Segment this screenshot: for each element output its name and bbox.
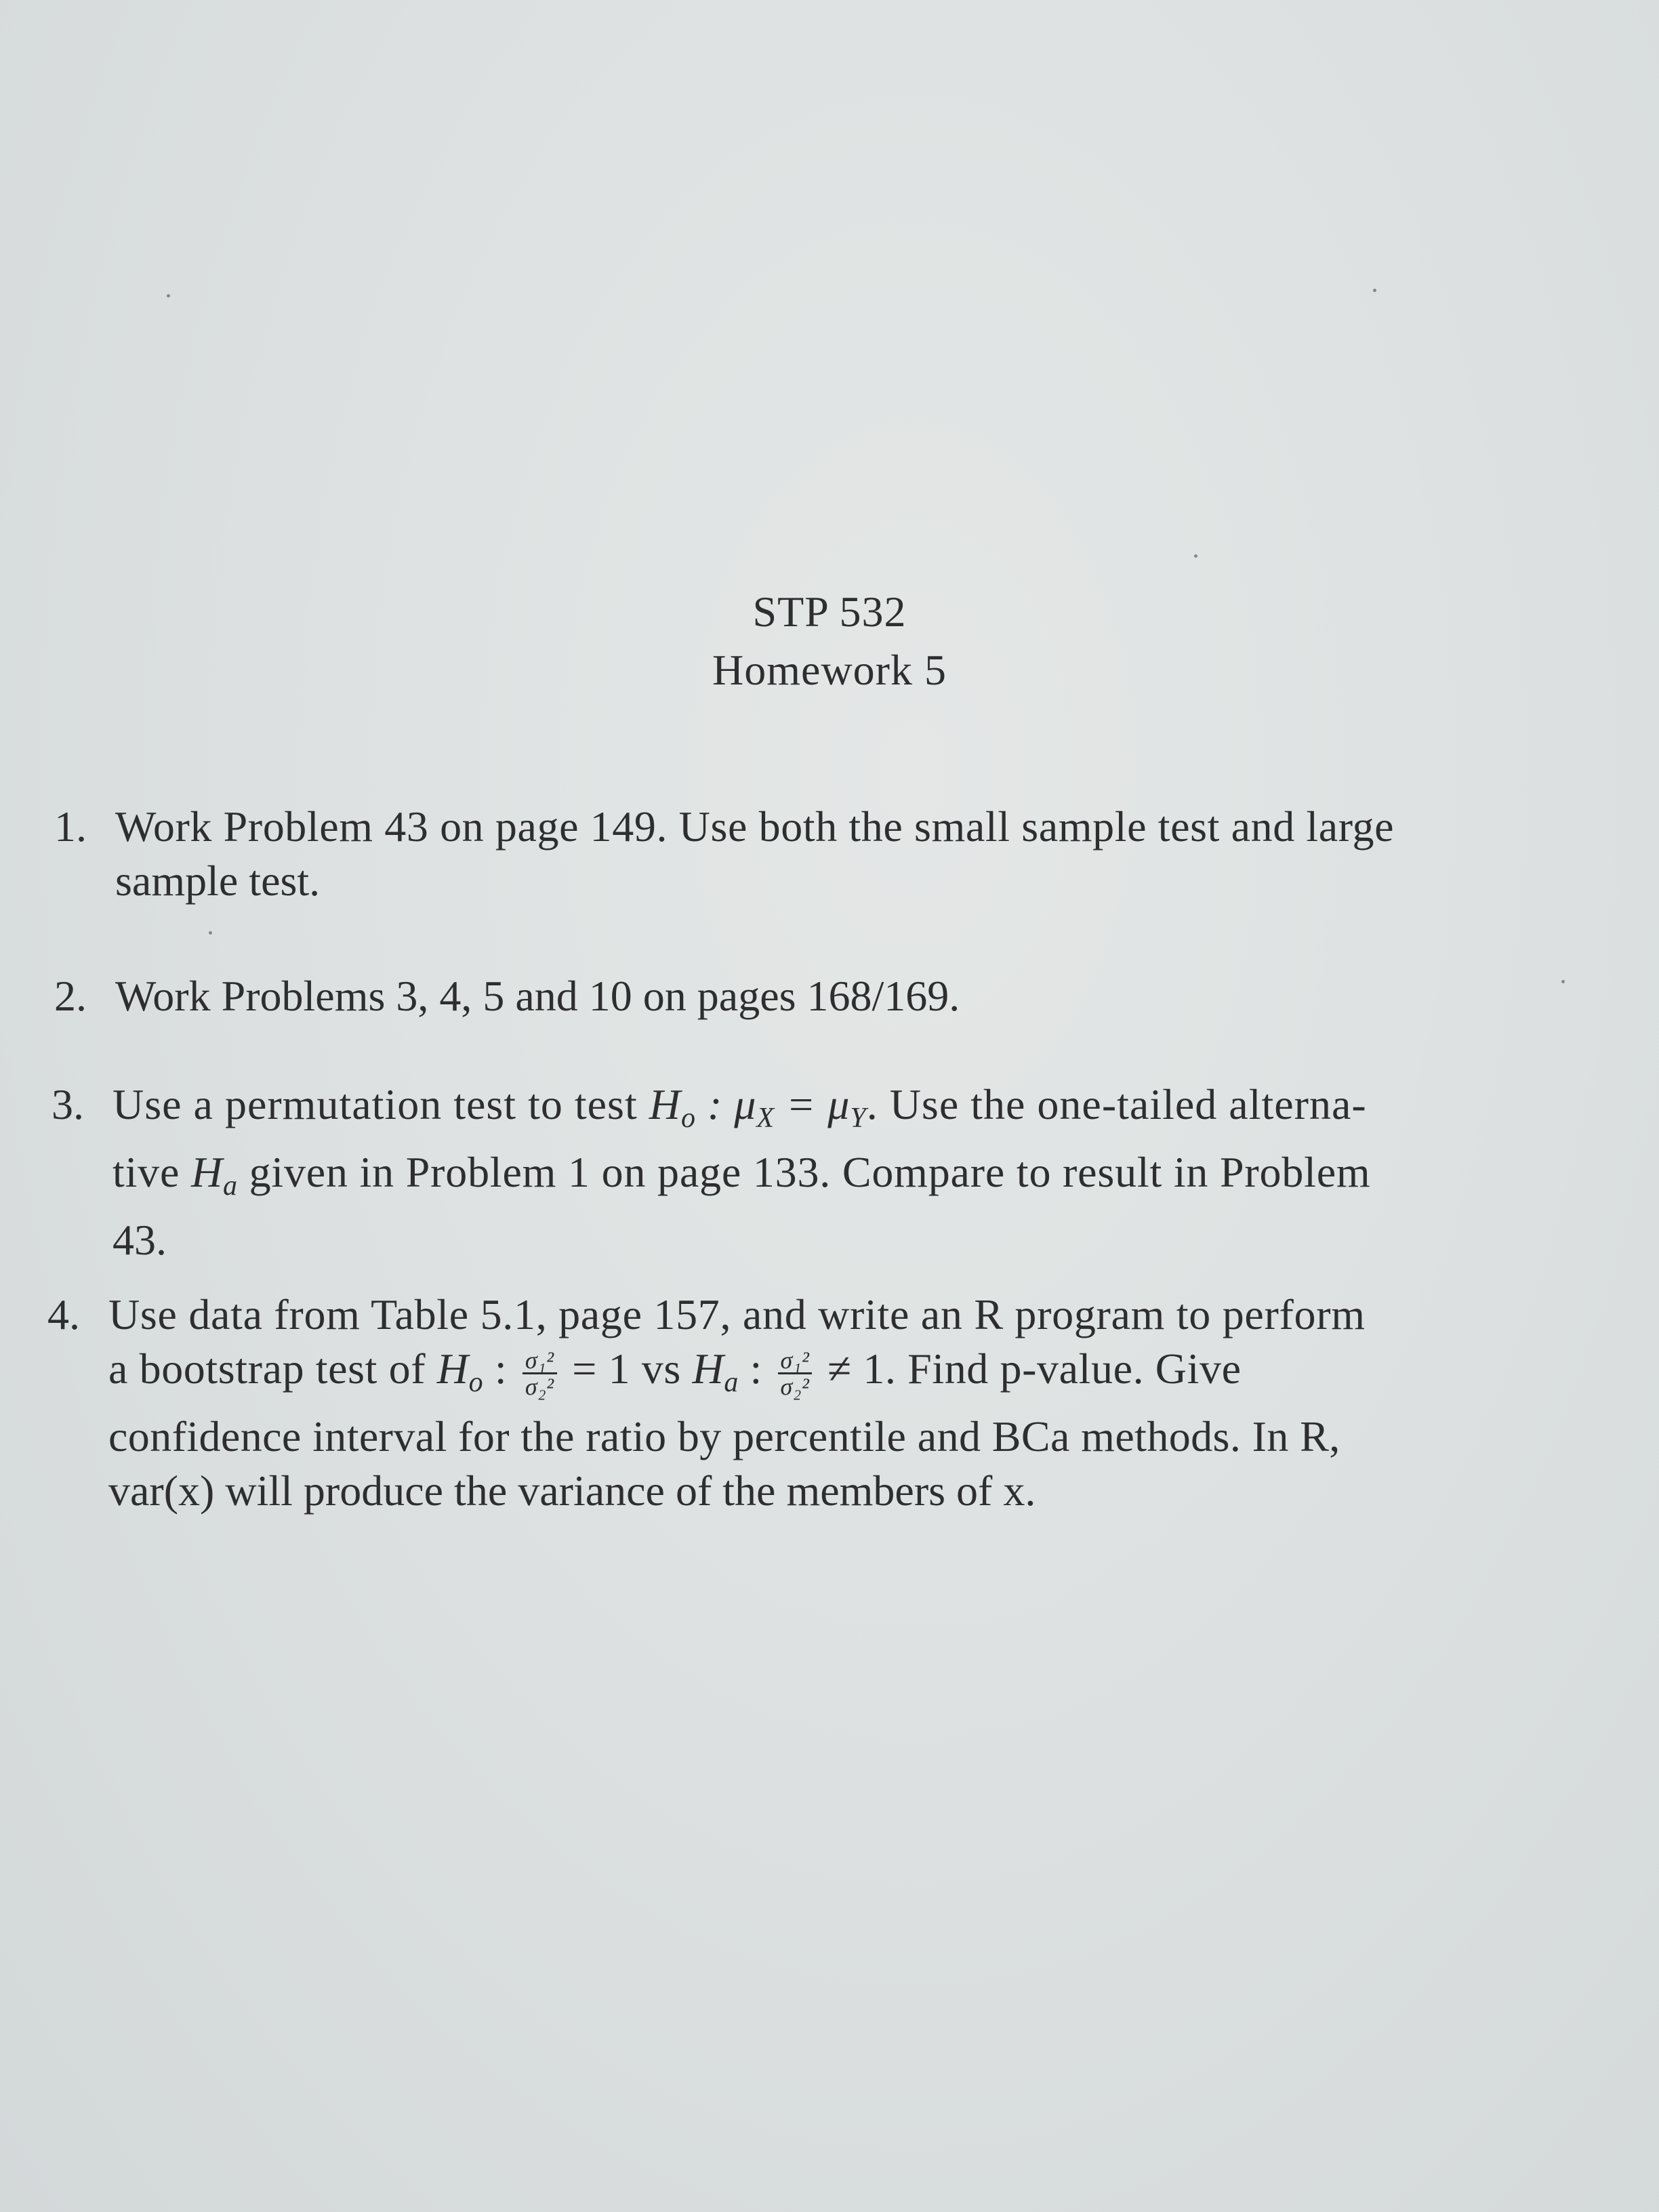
- problem-line: Use a permutation test to test Ho : μX =…: [112, 1078, 1371, 1145]
- hypothesis-symbol: H: [190, 1148, 223, 1196]
- subscript: o: [680, 1103, 696, 1134]
- fraction-denominator: σ₂²: [525, 1372, 554, 1400]
- text-run: = 1 vs: [560, 1345, 693, 1393]
- math-run: : μ: [695, 1080, 757, 1128]
- variance-ratio: σ₁² σ₂²: [777, 1348, 813, 1400]
- text-run: . Use the one-tailed alterna-: [866, 1080, 1367, 1128]
- subscript: a: [724, 1367, 739, 1398]
- hypothesis-symbol: H: [649, 1080, 681, 1128]
- text-run: a bootstrap test of: [108, 1345, 437, 1393]
- problem-line: a bootstrap test of Ho : σ₁² σ₂² = 1 vs H…: [108, 1342, 1366, 1410]
- problem-line: var(x) will produce the variance of the …: [108, 1467, 1036, 1515]
- hypothesis-symbol: H: [436, 1345, 469, 1393]
- paper-speck: [209, 931, 212, 935]
- problem-number: 1.: [54, 802, 87, 851]
- subscript: o: [468, 1367, 484, 1398]
- variance-ratio: σ₁² σ₂²: [522, 1348, 557, 1400]
- homework-page: STP 532 Homework 5 1. Work Problem 43 on…: [0, 0, 1659, 2212]
- problem-line: confidence interval for the ratio by per…: [108, 1412, 1340, 1460]
- subscript: X: [756, 1103, 775, 1134]
- problem-number: 2.: [54, 972, 87, 1020]
- paper-speck: [1194, 554, 1197, 558]
- problem-number: 4.: [47, 1290, 80, 1338]
- text-run: Use a permutation test to test: [112, 1080, 649, 1128]
- paper-speck: [167, 294, 170, 298]
- text-run: given in Problem 1 on page 133. Compare …: [237, 1148, 1371, 1196]
- subscript: a: [223, 1170, 238, 1202]
- problem-text: Use data from Table 5.1, page 157, and w…: [108, 1288, 1366, 1518]
- math-run: = μ: [775, 1080, 851, 1128]
- subscript: Y: [850, 1103, 867, 1134]
- problem-text: Use a permutation test to test Ho : μX =…: [112, 1078, 1371, 1267]
- problem-line: Use data from Table 5.1, page 157, and w…: [108, 1290, 1366, 1338]
- problem-line: sample test.: [115, 857, 321, 905]
- hypothesis-symbol: H: [692, 1345, 724, 1393]
- problem-line: Work Problem 43 on page 149. Use both th…: [115, 802, 1395, 851]
- course-title: STP 532: [752, 588, 907, 636]
- text-run: :: [483, 1345, 518, 1393]
- fraction-numerator: σ₁²: [522, 1348, 557, 1374]
- paper-speck: [1561, 980, 1565, 983]
- text-run: ≠ 1. Find p-value. Give: [816, 1345, 1242, 1393]
- problem-text: Work Problems 3, 4, 5 and 10 on pages 16…: [115, 969, 960, 1023]
- fraction-numerator: σ₁²: [777, 1348, 813, 1374]
- problem-line: 43.: [112, 1216, 167, 1264]
- problem-line: tive Ha given in Problem 1 on page 133. …: [112, 1145, 1371, 1213]
- problem-text: Work Problem 43 on page 149. Use both th…: [115, 800, 1394, 908]
- paper-speck: [1373, 289, 1376, 292]
- problem-line: Work Problems 3, 4, 5 and 10 on pages 16…: [115, 972, 960, 1020]
- assignment-title: Homework 5: [712, 646, 947, 694]
- fraction-denominator: σ₂²: [780, 1372, 810, 1400]
- page-header: STP 532 Homework 5: [0, 583, 1659, 699]
- text-run: tive: [112, 1148, 191, 1196]
- problem-number: 3.: [52, 1080, 84, 1128]
- text-run: :: [738, 1345, 774, 1393]
